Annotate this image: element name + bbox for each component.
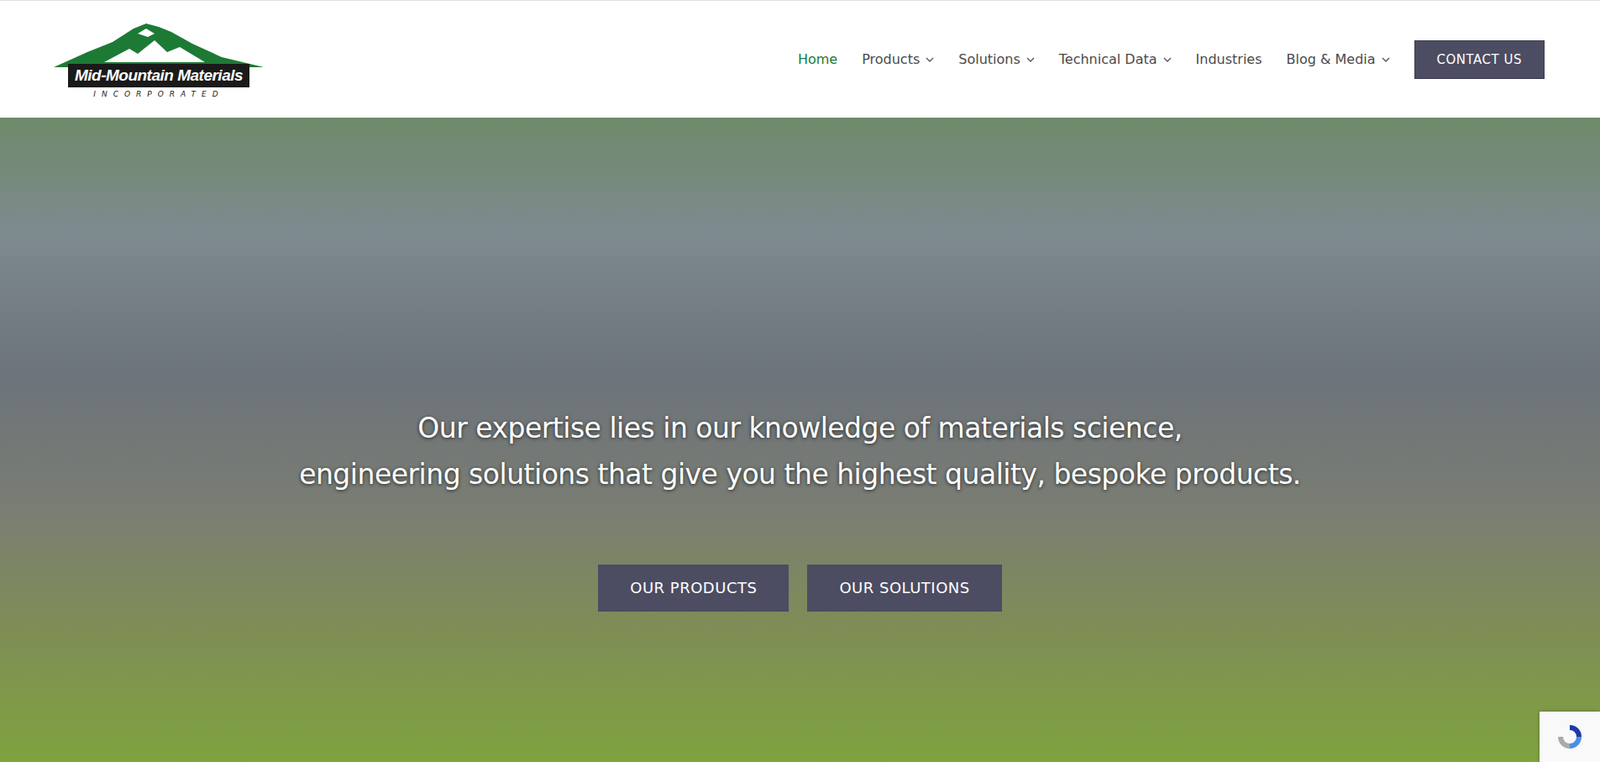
nav-item[interactable]: Blog & Media <box>1286 51 1391 68</box>
recaptcha-icon <box>1554 721 1585 752</box>
chevron-down-icon <box>1026 57 1035 63</box>
logo-tagline: INCORPORATED <box>93 89 224 99</box>
mountain-logo-icon <box>53 23 264 68</box>
logo[interactable]: Mid-Mountain MaterialsINCORPORATED <box>53 23 264 99</box>
hero-buttons: OUR PRODUCTS OUR SOLUTIONS <box>598 564 1002 612</box>
chevron-down-icon <box>1381 57 1391 63</box>
logo-name: Mid-Mountain Materials <box>68 63 250 88</box>
hero: Our expertise lies in our knowledge of m… <box>0 117 1600 762</box>
chevron-down-icon <box>1163 57 1172 63</box>
nav-item[interactable]: Industries <box>1196 51 1263 68</box>
recaptcha-badge[interactable] <box>1539 711 1600 762</box>
nav-item[interactable]: Solutions <box>958 51 1035 68</box>
hero-button[interactable]: OUR PRODUCTS <box>598 564 789 612</box>
nav-item[interactable]: Technical Data <box>1059 51 1172 68</box>
site-header: Mid-Mountain MaterialsINCORPORATED Home Pr… <box>0 0 1600 118</box>
hero-button[interactable]: OUR SOLUTIONS <box>807 564 1002 612</box>
nav-item[interactable]: Home <box>797 51 838 68</box>
page: Mid-Mountain MaterialsINCORPORATED Home Pr… <box>0 0 1600 762</box>
main-nav: Home Products Solutions Technical Data Indus… <box>797 40 1545 79</box>
nav-item[interactable]: Products <box>861 51 934 68</box>
hero-heading: Our expertise lies in our knowledge of m… <box>299 404 1301 498</box>
contact-button[interactable]: CONTACT US <box>1414 40 1545 79</box>
chevron-down-icon <box>925 57 934 63</box>
